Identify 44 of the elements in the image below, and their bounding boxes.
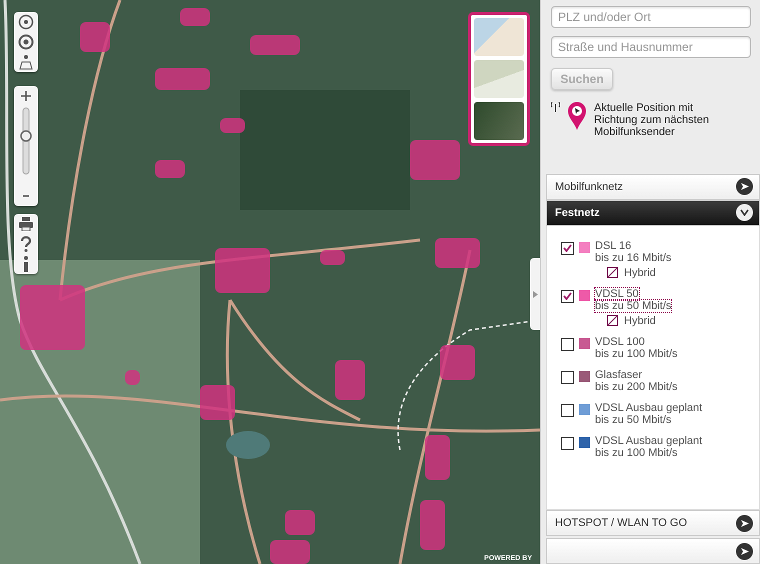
layer-name: VDSL Ausbau geplant xyxy=(595,402,702,414)
checkbox[interactable] xyxy=(561,370,574,384)
layer-name: VDSL 100 xyxy=(595,336,645,348)
section-header-cut-off[interactable] xyxy=(546,538,760,564)
collapse-button[interactable] xyxy=(736,204,753,222)
arrow-right-icon xyxy=(740,183,748,190)
checkbox[interactable] xyxy=(561,290,574,303)
terrain-map-thumbnail[interactable] xyxy=(474,60,524,98)
hybrid-label: Hybrid xyxy=(624,266,656,279)
street-input-field[interactable]: Straße und Hausnummer xyxy=(551,36,751,58)
zoom-slider-icon[interactable] xyxy=(19,106,33,176)
legend-note: Aktuelle Position mit Richtung zum nächsten Mobilfunksender xyxy=(594,102,710,138)
chevron-down-icon xyxy=(740,209,749,216)
place-input-field[interactable]: PLZ und/oder Ort xyxy=(551,6,751,28)
street-map-thumbnail[interactable] xyxy=(474,18,524,56)
arrow-right-icon xyxy=(740,520,748,527)
hatched-square-icon xyxy=(607,267,618,278)
antenna-icon xyxy=(551,102,560,112)
layer-name: DSL 16 xyxy=(595,240,632,252)
panel-collapse-handle[interactable] xyxy=(530,258,540,330)
expand-button[interactable] xyxy=(736,178,753,196)
checkbox[interactable] xyxy=(561,338,574,351)
layer-speed: bis zu 16 Mbit/s xyxy=(595,252,672,264)
hybrid-label: Hybrid xyxy=(624,314,656,327)
hatched-square-icon xyxy=(607,315,618,326)
layer-speed: bis zu 100 Mbit/s xyxy=(595,446,678,459)
section-header[interactable]: Festnetz xyxy=(546,200,760,226)
expand-button[interactable] xyxy=(736,542,753,560)
layer-speed: bis zu 50 Mbit/s xyxy=(595,414,672,426)
layer-speed: bis zu 50 Mbit/s xyxy=(595,300,672,312)
location-pin-icon xyxy=(568,102,586,130)
layer-speed: bis zu 200 Mbit/s xyxy=(595,380,678,393)
layer-name: VDSL 50 xyxy=(595,288,639,300)
satellite-map-thumbnail[interactable] xyxy=(474,102,524,140)
layer-name: Glasfaser xyxy=(595,368,642,381)
checkbox[interactable] xyxy=(561,436,574,450)
checkbox[interactable] xyxy=(561,404,574,417)
expand-button[interactable] xyxy=(736,514,753,532)
arrow-right-icon xyxy=(740,548,748,555)
section-header[interactable]: HOTSPOT / WLAN TO GO xyxy=(546,510,760,536)
checkbox[interactable] xyxy=(561,242,574,255)
layer-speed: bis zu 100 Mbit/s xyxy=(595,348,678,360)
section-header[interactable]: Mobilfunknetz xyxy=(546,174,760,200)
layer-name: VDSL Ausbau geplant xyxy=(595,434,702,447)
